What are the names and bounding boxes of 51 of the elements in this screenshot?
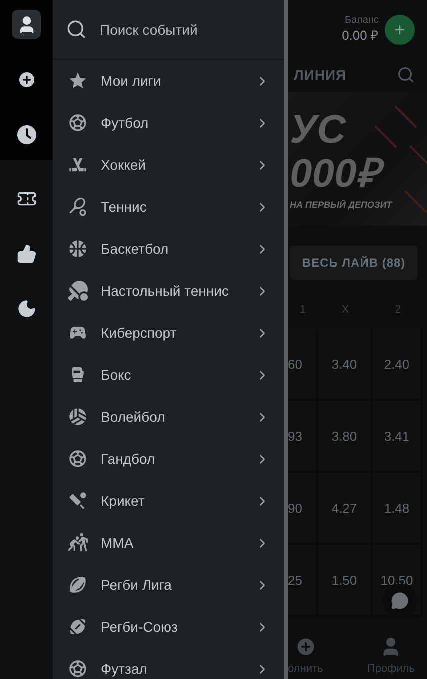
deposit-button[interactable] (385, 14, 415, 45)
sport-menu-item[interactable]: Киберспорт (53, 312, 284, 354)
line-tab[interactable]: ЛИНИЯ (294, 66, 347, 83)
sport-menu-item[interactable]: Гандбол (53, 438, 284, 480)
fighters-icon (68, 533, 88, 553)
balance-value: 0.00 ₽ (342, 27, 379, 44)
sport-menu-item[interactable]: Баскетбол (53, 228, 284, 270)
search-field[interactable]: Поиск событий (100, 18, 270, 42)
clock-icon (16, 124, 36, 144)
sport-menu-item[interactable]: Теннис (53, 186, 284, 228)
volleyball-icon (68, 407, 88, 427)
banner-text: 000₽ (290, 152, 386, 196)
odds-cell[interactable]: 93 (288, 401, 318, 474)
search-icon[interactable] (397, 66, 415, 84)
odds-cell[interactable]: 2.40 (373, 329, 423, 402)
banner-caption: НА ПЕРВЫЙ ДЕПОЗИТ (290, 200, 394, 210)
sport-menu-item[interactable]: ММА (53, 522, 284, 564)
all-live-button[interactable]: ВЕСЬ ЛАЙВ (88) (290, 246, 418, 280)
sport-menu-item[interactable]: Регби-Союз (53, 606, 284, 648)
sport-menu-item[interactable]: Хоккей (53, 144, 284, 186)
add-circle-icon (294, 636, 317, 658)
balance-label: Баланс (344, 15, 379, 26)
moon-icon (16, 298, 36, 318)
odds-cell[interactable]: 3.80 (318, 401, 373, 474)
odds-cell[interactable]: 3.40 (318, 329, 373, 402)
odds-cell[interactable]: 4.27 (318, 473, 373, 546)
odds-cell[interactable]: 1.50 (318, 545, 373, 618)
football-icon (68, 617, 88, 637)
star-icon (68, 71, 88, 91)
table-tennis-icon (68, 281, 88, 301)
odds-cell[interactable]: 25 (288, 545, 318, 618)
sidebar-button[interactable] (12, 10, 41, 39)
sport-menu-item[interactable]: Бокс (53, 354, 284, 396)
sport-menu-item[interactable]: Футбол (53, 102, 284, 144)
basketball-icon (68, 239, 88, 259)
search-icon (66, 19, 87, 40)
sport-menu-item[interactable]: Регби Лига (53, 564, 284, 606)
banner-text: УС (290, 108, 348, 152)
odds-cell[interactable]: 90 (288, 473, 318, 546)
sport-menu-item[interactable]: Мои лиги (53, 60, 284, 102)
cricket-bat-icon (68, 491, 88, 511)
sport-menu-item[interactable]: Волейбол (53, 396, 284, 438)
sport-menu-item[interactable]: Настольный теннис (53, 270, 284, 312)
odds-cell[interactable]: 3.41 (373, 401, 423, 474)
sport-menu-item[interactable]: Крикет (53, 480, 284, 522)
plus-icon (393, 22, 407, 37)
thumbs-up-icon (16, 244, 36, 264)
sport-menu-item[interactable]: Футзал (53, 648, 284, 679)
odds-cell[interactable]: 60 (288, 329, 318, 402)
add-circle-icon (16, 70, 36, 90)
odds-cell[interactable]: 1.48 (373, 473, 423, 546)
